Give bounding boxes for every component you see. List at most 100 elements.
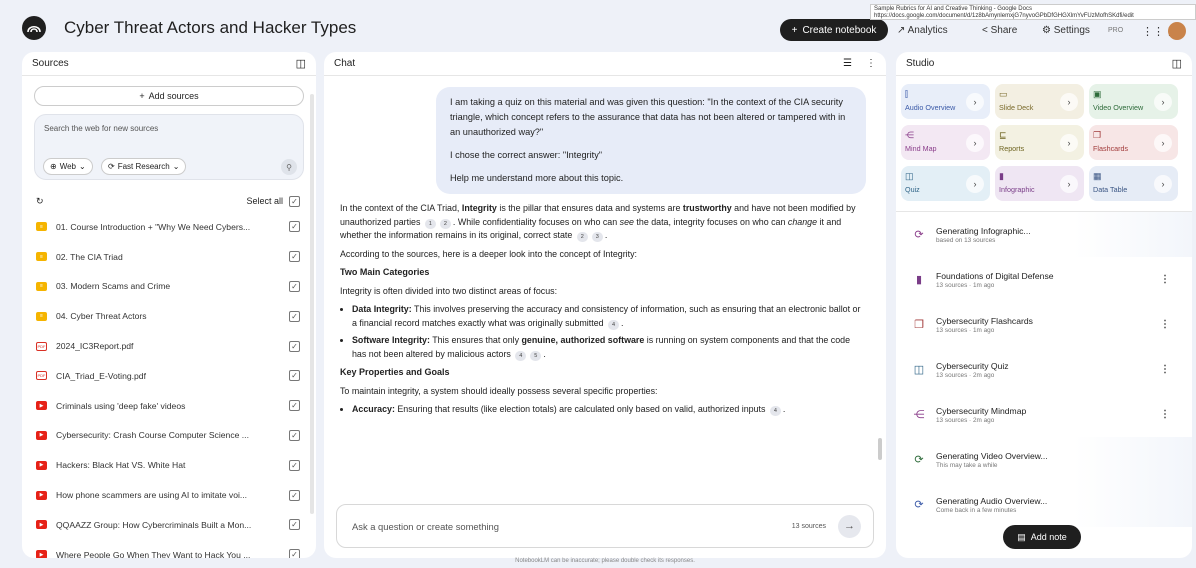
citation[interactable]: 3 xyxy=(591,232,603,242)
source-item[interactable]: ▶ Hackers: Black Hat VS. White Hat ✓ xyxy=(22,450,316,480)
create-notebook-button[interactable]: + Create notebook xyxy=(780,19,888,41)
source-item[interactable]: ▶ Cybersecurity: Crash Course Computer Sc… xyxy=(22,421,316,451)
studio-tile-reports[interactable]: ⊑ Reports › xyxy=(995,125,1084,160)
source-item[interactable]: ≡ 03. Modern Scams and Crime ✓ xyxy=(22,272,316,302)
chevron-right-icon[interactable]: › xyxy=(1060,134,1078,152)
chevron-right-icon[interactable]: › xyxy=(966,175,984,193)
output-subtitle: 13 sources · 1m ago xyxy=(936,281,995,289)
studio-tile-flashcards[interactable]: ❐ Flashcards › xyxy=(1089,125,1178,160)
studio-outputs: ⟳ Generating Infographic... based on 13 so… xyxy=(896,212,1192,527)
citation[interactable]: 4 xyxy=(515,350,527,361)
note-icon: ▤ xyxy=(1017,531,1026,542)
chevron-right-icon[interactable]: › xyxy=(1154,134,1172,152)
source-checkbox[interactable]: ✓ xyxy=(289,340,300,352)
output-subtitle: based on 13 sources xyxy=(936,236,996,244)
source-checkbox[interactable]: ✓ xyxy=(289,370,300,382)
settings-button[interactable]: ⚙ Settings xyxy=(1042,25,1090,36)
youtube-icon: ▶ xyxy=(36,430,47,440)
chat-scrollbar[interactable] xyxy=(878,438,882,460)
source-item[interactable]: ≡ 04. Cyber Threat Actors ✓ xyxy=(22,301,316,331)
source-item[interactable]: ▶ Where People Go When They Want to Hack … xyxy=(22,540,316,558)
web-source-dropdown[interactable]: ⊕ Web ⌄ xyxy=(43,158,93,175)
source-item[interactable]: ≡ 02. The CIA Triad ✓ xyxy=(22,242,316,272)
citation[interactable]: 1 xyxy=(424,218,436,229)
add-sources-button[interactable]: + Add sources xyxy=(34,86,304,106)
source-item[interactable]: ≡ 01. Course Introduction + "Why We Need … xyxy=(22,212,316,242)
refresh-icon[interactable]: ↻ xyxy=(36,196,44,207)
chevron-right-icon[interactable]: › xyxy=(966,93,984,111)
chevron-right-icon[interactable]: › xyxy=(1060,93,1078,111)
source-item[interactable]: ▶ How phone scammers are using AI to imit… xyxy=(22,480,316,510)
studio-tile-slide-deck[interactable]: ▭ Slide Deck › xyxy=(995,84,1084,119)
source-checkbox[interactable]: ✓ xyxy=(289,221,300,233)
studio-tile-mind-map[interactable]: ⋲ Mind Map › xyxy=(901,125,990,160)
tooltip-title: Sample Rubrics for AI and Creative Think… xyxy=(874,6,1032,12)
source-item[interactable]: ▶ QQAAZZ Group: How Cybercriminals Built … xyxy=(22,510,316,540)
studio-output-item[interactable]: ⟳ Generating Audio Overview... Come back i… xyxy=(896,482,1192,527)
source-checkbox[interactable]: ✓ xyxy=(289,400,300,412)
chat-input-placeholder[interactable]: Ask a question or create something xyxy=(352,521,792,532)
more-vert-icon[interactable]: ⋮ xyxy=(1160,274,1170,285)
citation[interactable]: 2 xyxy=(576,232,588,242)
research-mode-dropdown[interactable]: ⟳ Fast Research ⌄ xyxy=(101,158,187,175)
pdf-icon: PDF xyxy=(36,371,47,381)
source-checkbox[interactable]: ✓ xyxy=(289,251,300,263)
web-search-box[interactable]: Search the web for new sources ⊕ Web ⌄ ⟳… xyxy=(34,114,304,180)
sources-panel: Sources ◫ + Add sources Search the web f… xyxy=(22,52,316,558)
source-checkbox[interactable]: ✓ xyxy=(289,280,300,292)
mind-map-icon: ⋲ xyxy=(913,409,925,421)
search-submit-button[interactable]: ⚲ xyxy=(281,159,297,175)
chat-input[interactable]: Ask a question or create something 13 so… xyxy=(336,504,874,548)
studio-tile-video[interactable]: ▣ Video Overview › xyxy=(1089,84,1178,119)
collapse-panel-icon[interactable]: ◫ xyxy=(1172,57,1182,70)
studio-output-item[interactable]: ⋲ Cybersecurity Mindmap 13 sources · 2m ag… xyxy=(896,392,1192,437)
citation[interactable]: 5 xyxy=(530,350,542,361)
chevron-right-icon[interactable]: › xyxy=(1154,175,1172,193)
studio-output-item[interactable]: ⟳ Generating Video Overview... This may ta… xyxy=(896,437,1192,482)
source-checkbox[interactable]: ✓ xyxy=(289,310,300,322)
more-vert-icon[interactable]: ⋮ xyxy=(1160,409,1170,420)
chevron-right-icon[interactable]: › xyxy=(1154,93,1172,111)
add-note-button[interactable]: ▤ Add note xyxy=(1003,525,1081,549)
source-checkbox[interactable]: ✓ xyxy=(289,459,300,471)
citation[interactable]: 4 xyxy=(608,319,620,330)
analytics-button[interactable]: ↗ Analytics xyxy=(897,25,948,36)
tune-icon[interactable]: ☰ xyxy=(843,58,852,69)
add-sources-label: Add sources xyxy=(148,91,199,101)
source-item[interactable]: PDF CIA_Triad_E-Voting.pdf ✓ xyxy=(22,361,316,391)
source-item[interactable]: ▶ Criminals using 'deep fake' videos ✓ xyxy=(22,391,316,421)
tile-label: Infographic xyxy=(999,185,1035,194)
more-vert-icon[interactable]: ⋮ xyxy=(1160,319,1170,330)
source-checkbox[interactable]: ✓ xyxy=(289,489,300,501)
chevron-right-icon[interactable]: › xyxy=(1060,175,1078,193)
source-checkbox[interactable]: ✓ xyxy=(289,549,300,558)
chat-messages: I am taking a quiz on this material and … xyxy=(324,77,886,502)
more-vert-icon[interactable]: ⋮ xyxy=(1160,364,1170,375)
studio-tile-data-table[interactable]: ▦ Data Table › xyxy=(1089,166,1178,201)
source-checkbox[interactable]: ✓ xyxy=(289,429,300,441)
share-button[interactable]: < Share xyxy=(982,25,1017,36)
source-checkbox[interactable]: ✓ xyxy=(289,519,300,531)
notebook-title[interactable]: Cyber Threat Actors and Hacker Types xyxy=(64,18,356,38)
studio-output-item[interactable]: ▮ Foundations of Digital Defense 13 source… xyxy=(896,257,1192,302)
collapse-panel-icon[interactable]: ◫ xyxy=(296,57,306,70)
avatar[interactable] xyxy=(1168,22,1186,40)
citation[interactable]: 4 xyxy=(769,406,781,416)
send-button[interactable]: → xyxy=(838,514,861,538)
studio-output-item[interactable]: ⟳ Generating Infographic... based on 13 so… xyxy=(896,212,1192,257)
citation[interactable]: 2 xyxy=(439,218,451,229)
studio-output-item[interactable]: ◫ Cybersecurity Quiz 13 sources · 2m ago ⋮ xyxy=(896,347,1192,392)
studio-tile-audio-wave[interactable]: ⫿ Audio Overview › xyxy=(901,84,990,119)
studio-tile-quiz[interactable]: ◫ Quiz › xyxy=(901,166,990,201)
sources-scrollbar[interactable] xyxy=(310,94,314,514)
studio-output-item[interactable]: ❐ Cybersecurity Flashcards 13 sources · 1m… xyxy=(896,302,1192,347)
web-search-input[interactable]: Search the web for new sources xyxy=(44,124,158,133)
studio-tile-infographic[interactable]: ▮ Infographic › xyxy=(995,166,1084,201)
chevron-right-icon[interactable]: › xyxy=(966,134,984,152)
select-all-checkbox[interactable]: ✓ xyxy=(289,195,300,207)
share-label: Share xyxy=(990,25,1018,36)
chevron-down-icon: ⌄ xyxy=(172,162,180,171)
source-item[interactable]: PDF 2024_IC3Report.pdf ✓ xyxy=(22,331,316,361)
notebooklm-logo-icon[interactable] xyxy=(22,16,46,40)
more-vert-icon[interactable]: ⋮ xyxy=(866,58,876,69)
